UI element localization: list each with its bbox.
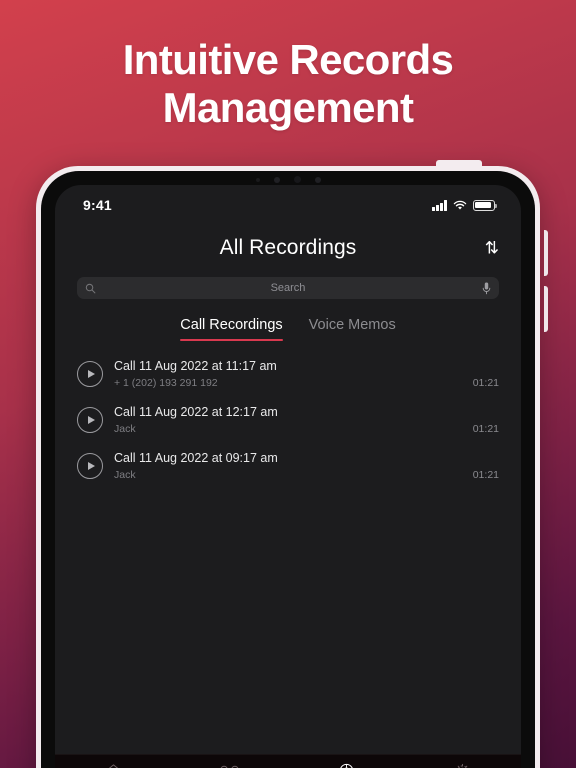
volume-up-button[interactable] [544, 230, 548, 276]
tab-record-voice[interactable]: Record Voice [172, 763, 289, 768]
device-bezel: 9:41 All Recordings ⇅ Search Call Record… [41, 171, 535, 768]
microphone-icon[interactable] [482, 282, 491, 295]
status-bar: 9:41 [55, 185, 521, 225]
play-circle-icon[interactable] [77, 361, 103, 388]
sort-arrows-icon[interactable]: ⇅ [481, 236, 503, 261]
sensor-dot-icon [255, 177, 260, 182]
recordings-list: Call 11 Aug 2022 at 11:17 am + 1 (202) 1… [55, 351, 521, 489]
list-item-text: Call 11 Aug 2022 at 11:17 am + 1 (202) 1… [114, 358, 473, 390]
front-camera-icon [293, 176, 301, 183]
recording-subtitle: Jack [114, 422, 136, 435]
recording-subtitle: Jack [114, 468, 136, 481]
recording-duration: 01:21 [472, 469, 499, 482]
tab-label: Call Recordings [180, 317, 283, 333]
bottom-tab-bar: Home Record Voice [55, 754, 521, 768]
search-placeholder: Search [270, 282, 306, 294]
headline-line-2: Management [162, 83, 414, 131]
volume-down-button[interactable] [544, 286, 548, 332]
headline-line-1: Intuitive Records [122, 36, 454, 83]
list-item-text: Call 11 Aug 2022 at 09:17 am Jack [114, 450, 473, 482]
list-item-text: Call 11 Aug 2022 at 12:17 am Jack [114, 404, 473, 436]
search-icon [85, 283, 96, 293]
tab-label: Voice Memos [308, 317, 396, 333]
tab-call-recordings[interactable]: Call Recordings [180, 316, 284, 342]
wifi-icon [453, 200, 467, 210]
tab-voice-memos[interactable]: Voice Memos [309, 316, 396, 341]
status-bar-icons [432, 199, 498, 211]
speaker-dot-icon [314, 176, 321, 183]
proximity-sensor-icon [273, 176, 280, 183]
tab-settings[interactable]: Settings [405, 763, 522, 768]
app-navigation-bar: All Recordings ⇅ [55, 225, 521, 271]
list-item[interactable]: Call 11 Aug 2022 at 11:17 am + 1 (202) 1… [77, 351, 499, 397]
recording-title: Call 11 Aug 2022 at 09:17 am [114, 451, 278, 466]
list-item[interactable]: Call 11 Aug 2022 at 09:17 am Jack 01:21 [77, 443, 499, 489]
sensor-array [41, 176, 535, 183]
voicemail-icon [220, 765, 239, 768]
play-circle-icon[interactable] [77, 453, 103, 480]
record-circle-icon [340, 763, 353, 768]
home-icon [108, 764, 118, 768]
search-container: Search [55, 271, 521, 299]
segment-tabs: Call Recordings Voice Memos [55, 316, 521, 342]
search-input[interactable]: Search [77, 277, 499, 299]
status-bar-time: 9:41 [83, 197, 112, 213]
phone-screen: 9:41 All Recordings ⇅ Search Call Record… [55, 185, 521, 768]
recording-duration: 01:21 [472, 423, 499, 436]
phone-device-frame: 9:41 All Recordings ⇅ Search Call Record… [36, 160, 548, 768]
cellular-signal-icon [432, 199, 447, 211]
battery-icon [473, 199, 498, 211]
tab-home[interactable]: Home [55, 763, 172, 768]
recording-title: Call 11 Aug 2022 at 12:17 am [114, 405, 278, 420]
recording-duration: 01:21 [472, 377, 499, 390]
gear-icon [457, 763, 468, 768]
screen-title: All Recordings [219, 236, 357, 259]
play-circle-icon[interactable] [77, 407, 103, 434]
device-top-cutout [436, 160, 482, 168]
recording-subtitle: + 1 (202) 193 291 192 [114, 376, 218, 389]
page-title: Intuitive Records Management [0, 36, 576, 132]
list-item[interactable]: Call 11 Aug 2022 at 12:17 am Jack 01:21 [77, 397, 499, 443]
tab-all-recordings[interactable]: All Recocrdings [288, 763, 405, 768]
recording-title: Call 11 Aug 2022 at 11:17 am [114, 359, 277, 373]
